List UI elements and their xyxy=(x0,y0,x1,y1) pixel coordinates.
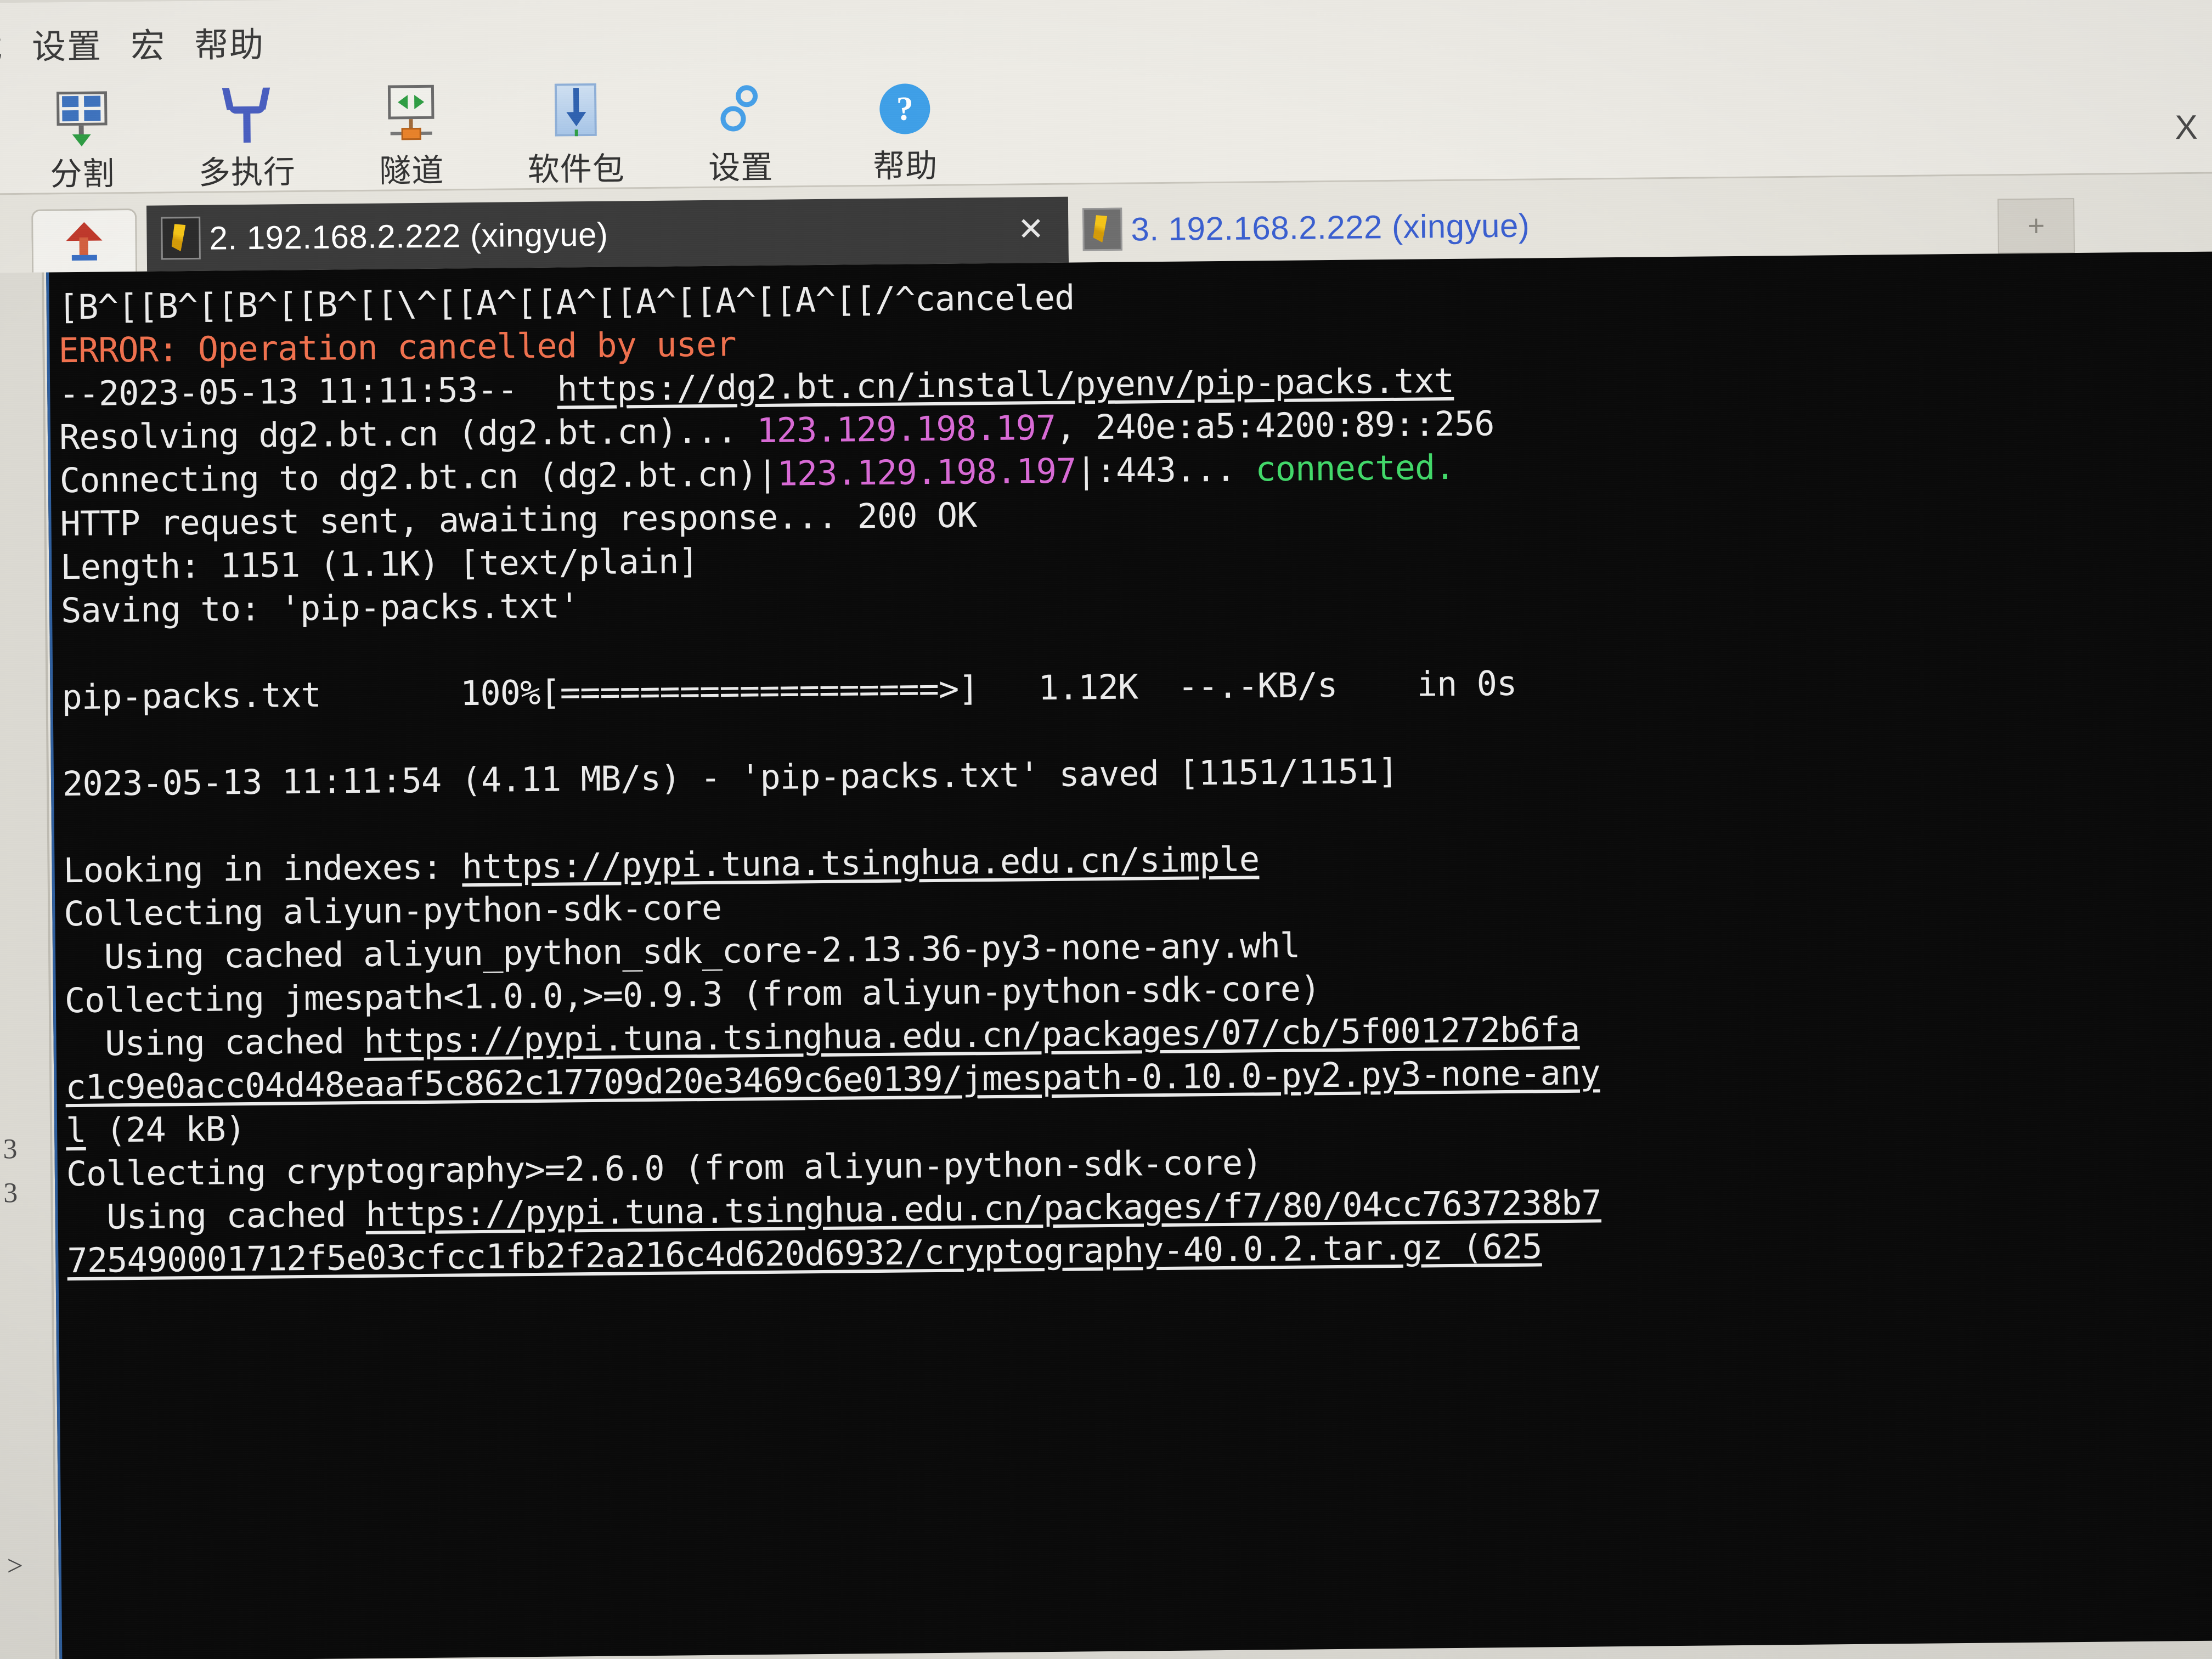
screenshot-root: 戏 设置 宏 帮助 看 xyxy=(0,0,2212,1659)
terminal-text: 123.129.198.197 xyxy=(757,407,1056,451)
tab-session-2[interactable]: 2. 192.168.2.222 (xingyue) ✕ xyxy=(146,196,1069,272)
toolbar-multiexec-label: 多执行 xyxy=(198,154,296,191)
terminal-text: Looking in indexes: xyxy=(63,847,462,891)
menu-item-macros[interactable]: 宏 xyxy=(116,18,180,67)
toolbar-split-label: 分割 xyxy=(50,156,115,193)
plus-icon: + xyxy=(2027,209,2045,242)
toolbar-tunnel[interactable]: 隧道 xyxy=(329,81,494,192)
toolbar-packages-label: 软件包 xyxy=(527,151,625,188)
gutter-mark-3: > xyxy=(7,1550,24,1582)
fork-icon xyxy=(216,84,277,145)
toolbar-settings[interactable]: 设置 xyxy=(658,77,823,189)
terminal-link[interactable]: l xyxy=(66,1110,86,1150)
terminal-text: Resolving dg2.bt.cn (dg2.bt.cn)... xyxy=(59,410,757,458)
toolbar-help-label: 帮助 xyxy=(873,148,938,185)
tab-session-3[interactable]: 3. 192.168.2.222 (xingyue) xyxy=(1068,188,1968,263)
split-icon xyxy=(52,86,112,147)
terminal-text: , 240e:a5:4200:89::256 xyxy=(1055,403,1494,448)
gutter-mark-1: 3 xyxy=(3,1133,18,1165)
terminal-text: 123.129.198.197 xyxy=(777,450,1076,494)
ssh-session-icon xyxy=(161,216,201,260)
terminal-text: Length: 1151 (1.1K) [text/plain] xyxy=(60,541,699,588)
terminal-text: Using cached xyxy=(65,1021,364,1064)
toolbar-split[interactable]: 分割 xyxy=(0,83,165,195)
question-circle-icon: ? xyxy=(874,78,935,139)
toolbar-settings-label: 设置 xyxy=(708,149,774,186)
terminal-text: ERROR: Operation cancelled by user xyxy=(58,324,736,371)
add-tab-button[interactable]: + xyxy=(1997,198,2075,254)
tunnel-icon xyxy=(381,83,442,144)
gears-icon xyxy=(710,80,771,141)
home-icon xyxy=(64,221,105,262)
terminal-link[interactable]: https://pypi.tuna.tsinghua.edu.cn/simple xyxy=(462,839,1260,887)
toolbar-tunnel-label: 隧道 xyxy=(379,153,444,189)
package-download-icon xyxy=(545,82,606,143)
toolbar-multiexec[interactable]: 多执行 xyxy=(164,82,330,194)
terminal-output[interactable]: [B^[[B^[[B^[[B^[[\^[[A^[[A^[[A^[[A^[[A^[… xyxy=(46,251,2212,1659)
tab-close-icon[interactable]: ✕ xyxy=(1018,210,1045,247)
terminal-text: HTTP request sent, awaiting response... … xyxy=(60,495,977,544)
terminal-text: (24 kB) xyxy=(86,1109,246,1150)
terminal-link[interactable]: https://dg2.bt.cn/install/pyenv/pip-pack… xyxy=(557,360,1454,409)
terminal-text: Saving to: 'pip-packs.txt' xyxy=(60,585,579,631)
tab-session-2-label: 2. 192.168.2.222 (xingyue) xyxy=(209,216,608,257)
menu-item-games[interactable]: 戏 xyxy=(0,19,18,69)
menu-item-settings[interactable]: 设置 xyxy=(18,18,117,69)
toolbar: 看 分割 xyxy=(0,64,2212,195)
menu-item-help[interactable]: 帮助 xyxy=(180,16,279,67)
toolbar-packages[interactable]: 软件包 xyxy=(493,79,659,190)
close-icon[interactable]: X xyxy=(2175,108,2198,147)
terminal-text: Connecting to dg2.bt.cn (dg2.bt.cn)| xyxy=(59,453,777,501)
terminal-text: |:443... xyxy=(1076,449,1256,491)
terminal-text: --2023-05-13 11:11:53-- xyxy=(58,369,557,414)
terminal-text: Collecting aliyun-python-sdk-core xyxy=(63,887,722,934)
terminal-text: connected. xyxy=(1255,447,1455,489)
toolbar-help[interactable]: ? 帮助 xyxy=(822,76,988,187)
tab-home[interactable] xyxy=(31,208,138,273)
ssh-session-icon xyxy=(1082,207,1122,251)
tab-session-3-label: 3. 192.168.2.222 (xingyue) xyxy=(1131,207,1530,248)
terminal-text: Using cached xyxy=(66,1194,366,1238)
gutter-mark-2: 3 xyxy=(3,1177,18,1209)
screen-surface: 戏 设置 宏 帮助 看 xyxy=(0,0,2212,1659)
terminal-text: [B^[[B^[[B^[[B^[[\^[[A^[[A^[[A^[[A^[[A^[… xyxy=(58,277,1075,328)
